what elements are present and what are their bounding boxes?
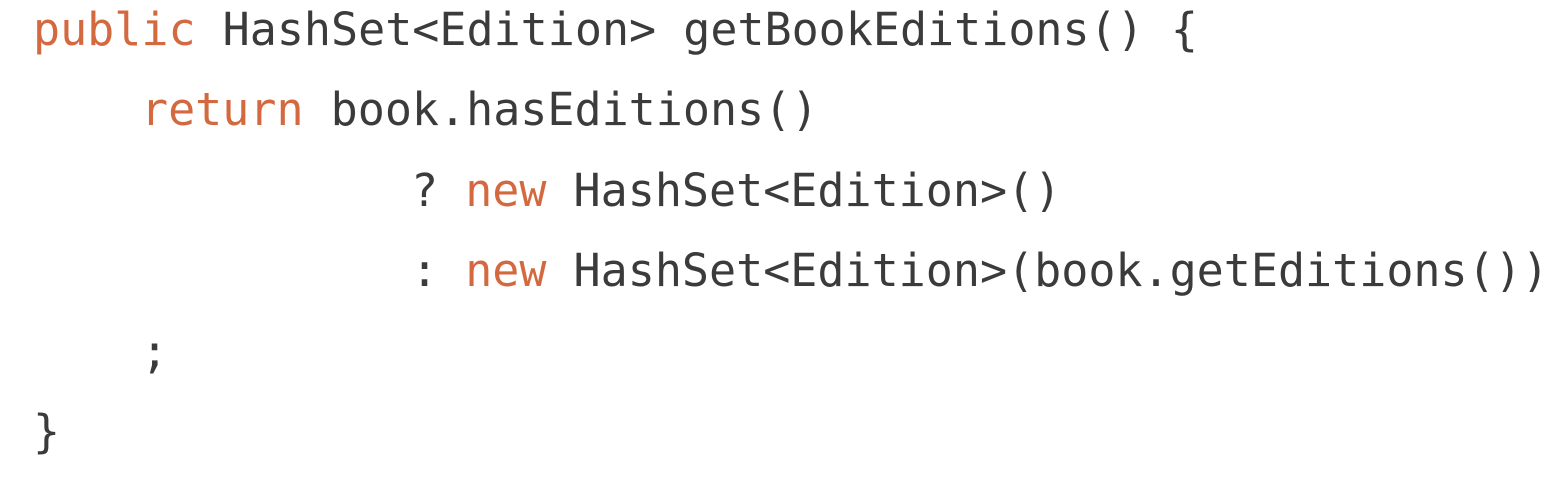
ternary-true-text: HashSet<Edition>(): [546, 164, 1062, 217]
code-line-return: return book.hasEditions(): [141, 80, 818, 140]
ternary-question-mark: ?: [411, 164, 466, 217]
return-expression-text: book.hasEditions(): [303, 83, 819, 136]
ternary-colon: :: [411, 244, 466, 297]
closing-brace: }: [33, 405, 61, 458]
semicolon: ;: [141, 325, 169, 378]
keyword-public: public: [33, 3, 196, 56]
code-line-ternary-true: ? new HashSet<Edition>(): [411, 161, 1061, 221]
code-line-closing-brace: }: [33, 402, 60, 462]
method-signature-text: HashSet<Edition> getBookEditions() {: [195, 3, 1198, 56]
code-line-ternary-false: : new HashSet<Edition>(book.getEditions(…: [411, 241, 1549, 301]
code-snippet: public HashSet<Edition> getBookEditions(…: [0, 0, 1568, 502]
keyword-return: return: [141, 83, 304, 136]
ternary-false-text: HashSet<Edition>(book.getEditions()): [546, 244, 1549, 297]
keyword-new: new: [465, 164, 547, 217]
code-line-method-signature: public HashSet<Edition> getBookEditions(…: [33, 0, 1198, 60]
keyword-new: new: [465, 244, 547, 297]
code-line-semicolon: ;: [141, 322, 168, 382]
